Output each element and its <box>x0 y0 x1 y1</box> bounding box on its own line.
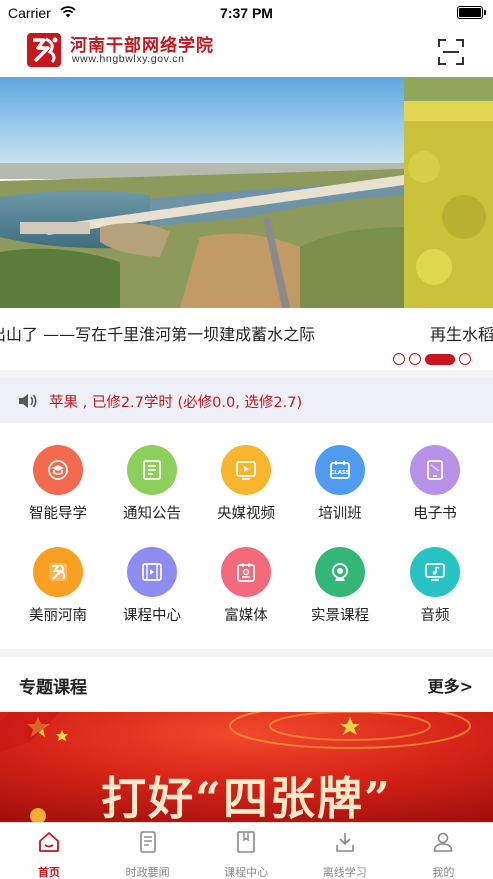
tab-label: 我的 <box>432 866 455 879</box>
banner-caption: 出山了 ——写在千里淮河第一坝建成蓄水之际 <box>0 325 316 344</box>
grid-item[interactable]: 音频 <box>388 547 482 637</box>
tab-label: 课程中心 <box>224 866 269 879</box>
bottom-tab-bar: 首页 时政要闻 课程中心 离线学习 我的 <box>0 822 493 879</box>
status-bar: Carrier 7:37 PM <box>0 0 493 26</box>
grid-item[interactable]: 美丽河南 <box>11 547 105 637</box>
grid-item[interactable]: 央媒视频 <box>199 445 293 535</box>
tab-label: 时政要闻 <box>125 866 170 879</box>
carousel-dot[interactable] <box>393 353 405 365</box>
profile-icon <box>434 832 453 852</box>
function-grid: 智能导学 通知公告 央媒视频 CLASS 培训班 电子书美丽河南 课程中心 富媒体 实景课程 音频 <box>0 423 493 649</box>
grid-item[interactable]: 富媒体 <box>199 547 293 637</box>
grid-item-label: 美丽河南 <box>29 608 87 624</box>
grid-item-label: 课程中心 <box>123 608 181 624</box>
tab-item[interactable]: 课程中心 <box>197 823 295 879</box>
svg-text:CLASS: CLASS <box>330 470 350 476</box>
banner-carousel[interactable]: 出山了 ——写在千里淮河第一坝建成蓄水之际 再生水稻 <box>0 77 493 370</box>
more-link[interactable]: 更多> <box>428 673 473 697</box>
special-course-banner[interactable] <box>0 712 493 822</box>
grid-item-label: 实景课程 <box>311 608 369 624</box>
grid-item-label: 通知公告 <box>123 506 181 522</box>
grid-item-label: 智能导学 <box>29 506 87 522</box>
home-icon <box>39 832 59 852</box>
banner-slide-image[interactable] <box>0 77 404 308</box>
notice-text: 苹果 , 已修2.7学时 (必修0.0, 选修2.7) <box>49 395 303 411</box>
grid-item-label: 音频 <box>420 608 450 624</box>
logo-icon <box>27 33 61 67</box>
grid-item[interactable]: 智能导学 <box>11 445 105 535</box>
video-icon <box>221 445 271 495</box>
carousel-indicator[interactable] <box>393 352 471 366</box>
grid-item[interactable]: 电子书 <box>388 445 482 535</box>
grid-item-label: 培训班 <box>318 506 362 522</box>
tab-item[interactable]: 首页 <box>0 823 98 879</box>
app-screen: Carrier 7:37 PM 河南干部网络学院 www.hngbwlxy.go… <box>0 0 493 879</box>
banner-next-caption: 再生水稻 <box>430 325 493 344</box>
clock: 7:37 PM <box>220 5 273 21</box>
tab-item[interactable]: 时政要闻 <box>99 823 197 879</box>
download-icon <box>335 833 354 852</box>
speaker-icon <box>19 394 37 408</box>
battery-icon <box>457 6 486 19</box>
tab-item[interactable]: 我的 <box>394 823 492 879</box>
carousel-dot[interactable] <box>409 353 421 365</box>
tab-label: 首页 <box>38 866 60 879</box>
richmedia-icon <box>221 547 271 597</box>
grid-item-label: 央媒视频 <box>217 506 275 522</box>
henan-icon <box>33 547 83 597</box>
banner-next-slide-image[interactable] <box>404 77 493 308</box>
section-title: 专题课程 <box>19 678 87 698</box>
grid-item[interactable]: 课程中心 <box>105 547 199 637</box>
tab-label: 离线学习 <box>322 866 367 879</box>
grid-item[interactable]: CLASS 培训班 <box>293 445 387 535</box>
notice-icon <box>127 445 177 495</box>
camera-icon <box>315 547 365 597</box>
ebook-icon <box>410 445 460 495</box>
carousel-dot[interactable] <box>459 353 471 365</box>
course-icon <box>127 547 177 597</box>
grid-item[interactable]: 通知公告 <box>105 445 199 535</box>
app-header: 河南干部网络学院 www.hngbwlxy.gov.cn <box>0 26 493 77</box>
news-icon <box>139 831 156 853</box>
grid-item[interactable]: 实景课程 <box>293 547 387 637</box>
logo-url: www.hngbwlxy.gov.cn <box>72 53 185 65</box>
scan-icon[interactable] <box>437 38 465 66</box>
carousel-dot[interactable] <box>425 353 455 365</box>
course-book-icon <box>237 831 255 853</box>
tab-item[interactable]: 离线学习 <box>296 823 394 879</box>
grid-item-label: 富媒体 <box>224 608 268 624</box>
grid-item-label: 电子书 <box>413 506 457 522</box>
special-courses-header: 专题课程 更多> <box>0 657 493 712</box>
audio-icon <box>410 547 460 597</box>
study-progress-notice[interactable]: 苹果 , 已修2.7学时 (必修0.0, 选修2.7) <box>0 378 493 423</box>
smart-guide-icon <box>33 445 83 495</box>
class-icon: CLASS <box>315 445 365 495</box>
